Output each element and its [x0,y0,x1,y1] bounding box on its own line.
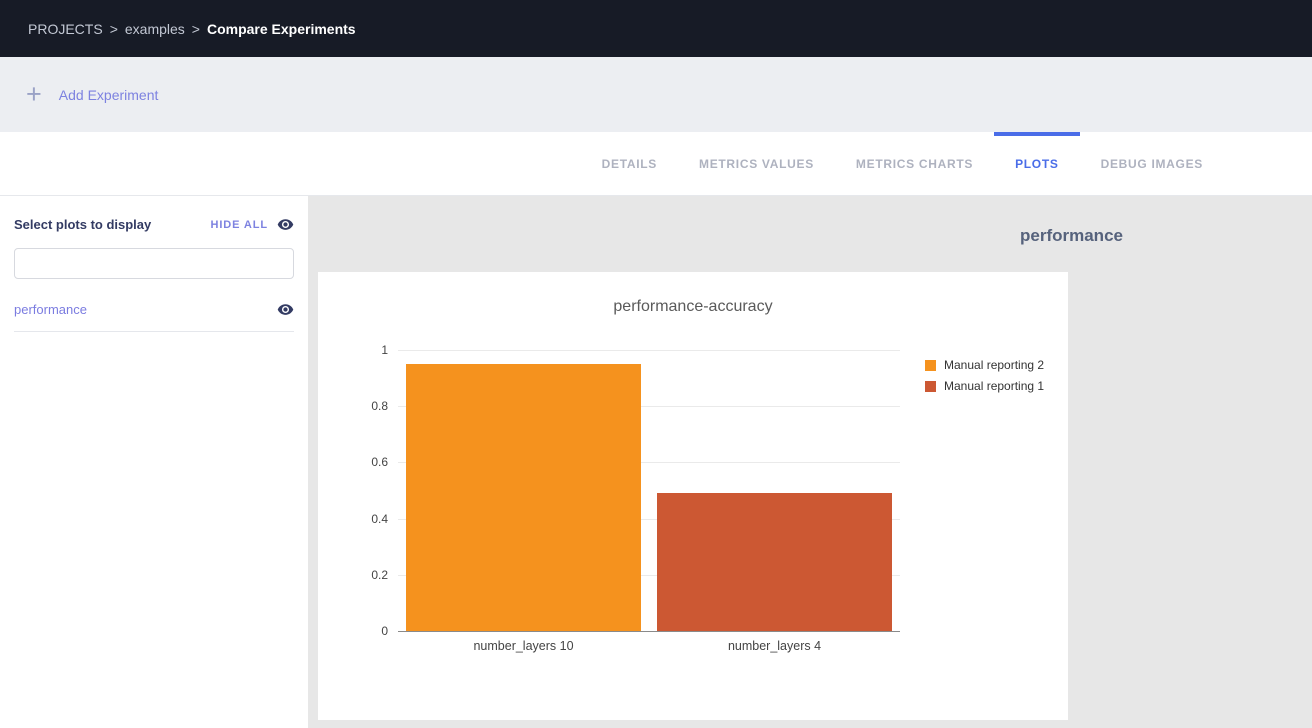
chart-title: performance-accuracy [318,272,1068,316]
breadcrumb-current-page: Compare Experiments [207,21,356,37]
tab-debug-images[interactable]: DEBUG IMAGES [1080,132,1224,195]
breadcrumb-projects[interactable]: PROJECTS [28,21,103,37]
eye-icon [277,216,294,233]
bar-number_layers-4[interactable] [657,493,893,631]
y-axis-tick-label: 0.8 [342,399,388,413]
breadcrumb-separator: > [110,21,118,37]
plot-area[interactable]: 00.20.40.60.81number_layers 10number_lay… [398,350,900,631]
legend-swatch [925,360,936,371]
add-experiment-label: Add Experiment [59,87,159,103]
sidebar-title: Select plots to display [14,217,210,232]
tab-details[interactable]: DETAILS [581,132,678,195]
hide-all-label: HIDE ALL [210,219,268,231]
plot-filter-input[interactable] [14,248,294,279]
eye-icon[interactable] [277,301,294,318]
gridline [398,350,900,351]
chart-legend: Manual reporting 2 Manual reporting 1 [925,358,1044,400]
plot-list-item-performance[interactable]: performance [14,301,294,332]
y-axis-tick-label: 0.2 [342,568,388,582]
add-experiment-bar: + Add Experiment [0,57,1312,132]
legend-item[interactable]: Manual reporting 1 [925,379,1044,393]
plot-section-title: performance [1020,226,1123,246]
y-axis-tick-label: 1 [342,343,388,357]
legend-label: Manual reporting 1 [944,379,1044,393]
plus-icon: + [26,81,42,108]
gridline [398,631,900,632]
tab-metrics-values[interactable]: METRICS VALUES [678,132,835,195]
plots-content: performance performance-accuracy 00.20.4… [308,196,1312,728]
legend-label: Manual reporting 2 [944,358,1044,372]
x-axis-tick-label: number_layers 10 [473,639,573,653]
add-experiment-button[interactable]: + Add Experiment [26,81,158,108]
sidebar-header: Select plots to display HIDE ALL [14,216,294,233]
y-axis-tick-label: 0.6 [342,455,388,469]
hide-all-button[interactable]: HIDE ALL [210,216,294,233]
tab-plots[interactable]: PLOTS [994,132,1080,195]
plots-sidebar: Select plots to display HIDE ALL perform… [0,196,308,728]
plot-item-label: performance [14,302,277,317]
main-area: Select plots to display HIDE ALL perform… [0,196,1312,728]
x-axis-tick-label: number_layers 4 [728,639,821,653]
legend-item[interactable]: Manual reporting 2 [925,358,1044,372]
legend-swatch [925,381,936,392]
bar-number_layers-10[interactable] [406,364,642,631]
y-axis-tick-label: 0 [342,624,388,638]
breadcrumb-separator: > [192,21,200,37]
y-axis-tick-label: 0.4 [342,512,388,526]
chart-card: performance-accuracy 00.20.40.60.81numbe… [318,272,1068,720]
breadcrumb-examples[interactable]: examples [125,21,185,37]
tab-metrics-charts[interactable]: METRICS CHARTS [835,132,994,195]
tab-bar: DETAILS METRICS VALUES METRICS CHARTS PL… [0,132,1312,196]
top-navbar: PROJECTS > examples > Compare Experiment… [0,0,1312,57]
